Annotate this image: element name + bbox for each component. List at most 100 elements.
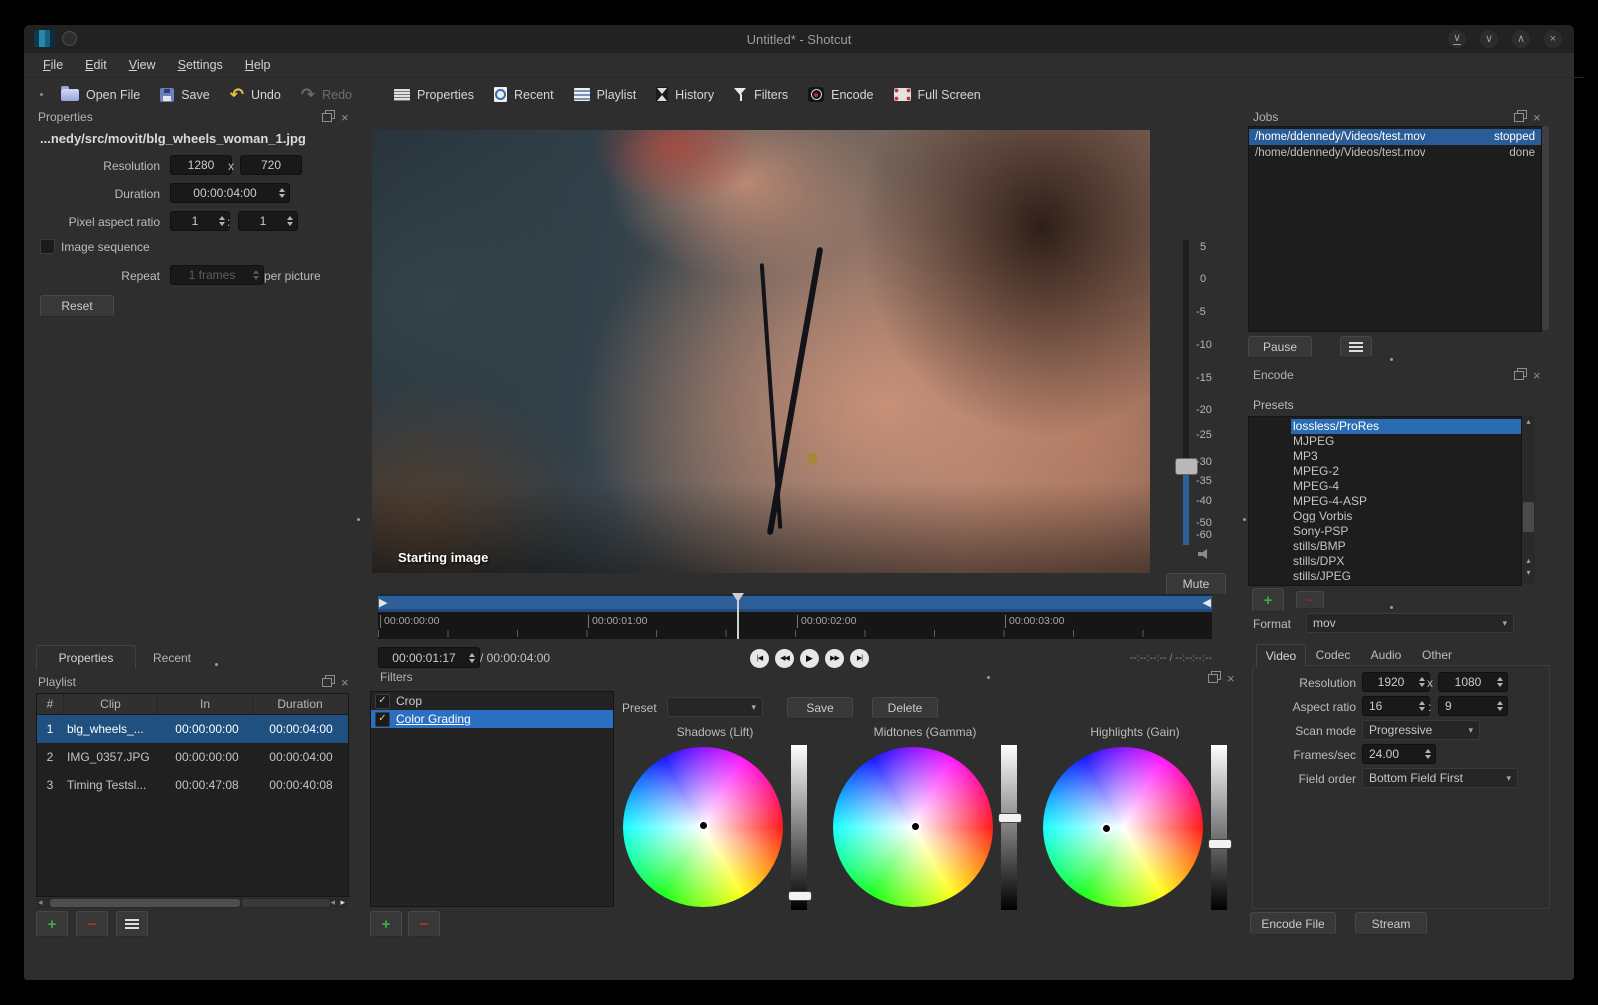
- title-bar[interactable]: Untitled* - Shotcut ∨ ∨ ∧ ×: [24, 25, 1574, 53]
- full-screen-button[interactable]: Full Screen: [884, 84, 991, 106]
- tab-recent[interactable]: Recent: [142, 647, 202, 668]
- open-file-button[interactable]: Open File: [51, 84, 150, 106]
- playlist-row[interactable]: 2 IMG_0357.JPG 00:00:00:00 00:00:04:00: [37, 743, 348, 771]
- scroll-right-icon[interactable]: ▸: [340, 897, 345, 908]
- current-time-field[interactable]: 00:00:01:17: [378, 647, 480, 668]
- stream-button[interactable]: Stream: [1355, 912, 1427, 935]
- time-spinner[interactable]: [469, 652, 475, 663]
- float-panel-icon[interactable]: [322, 113, 332, 122]
- reset-button[interactable]: Reset: [40, 295, 114, 317]
- close-button[interactable]: ×: [1544, 30, 1562, 48]
- preset-item[interactable]: lossless/ProRes: [1291, 419, 1521, 434]
- playlist-row[interactable]: 1 blg_wheels_... 00:00:00:00 00:00:04:00: [37, 715, 348, 743]
- float-panel-icon[interactable]: [1208, 674, 1218, 683]
- scan-mode-combobox[interactable]: Progressive ▾: [1362, 720, 1480, 740]
- play-button[interactable]: ▶: [800, 648, 819, 668]
- splitter-handle[interactable]: [987, 676, 990, 679]
- splitter-handle[interactable]: [357, 518, 360, 521]
- highlights-color-wheel[interactable]: [1043, 747, 1203, 907]
- scrollbar-track-segment[interactable]: [242, 899, 330, 907]
- job-row[interactable]: /home/ddennedy/Videos/test.mov done: [1249, 145, 1541, 161]
- close-panel-icon[interactable]: ×: [1227, 672, 1235, 685]
- encode-aspect-num-field[interactable]: 16: [1362, 696, 1430, 716]
- job-row[interactable]: /home/ddennedy/Videos/test.mov stopped: [1249, 129, 1541, 145]
- scroll-left-icon[interactable]: ◂: [330, 897, 335, 908]
- filter-item-crop[interactable]: ✓ Crop: [371, 692, 613, 710]
- menu-settings[interactable]: Settings: [169, 56, 232, 74]
- splitter-handle[interactable]: [1390, 606, 1393, 609]
- float-panel-icon[interactable]: [1514, 113, 1524, 122]
- midtones-level-slider[interactable]: [1001, 745, 1017, 910]
- close-panel-icon[interactable]: ×: [341, 111, 349, 124]
- filters-toggle-button[interactable]: Filters: [724, 83, 798, 106]
- shadows-level-slider[interactable]: [791, 745, 807, 910]
- tab-audio[interactable]: Audio: [1362, 644, 1410, 666]
- filter-item-color-grading[interactable]: ✓ Color Grading: [371, 710, 613, 728]
- preset-item[interactable]: MPEG-4: [1249, 479, 1521, 494]
- filter-checkbox[interactable]: ✓: [375, 693, 390, 709]
- out-point-marker[interactable]: ◀: [1203, 596, 1211, 610]
- shade-button[interactable]: ∨: [1448, 30, 1466, 48]
- mute-button[interactable]: Mute: [1166, 573, 1226, 595]
- encode-resolution-width-field[interactable]: 1920: [1362, 672, 1430, 692]
- fps-field[interactable]: 24.00: [1362, 744, 1436, 764]
- close-panel-icon[interactable]: ×: [1533, 111, 1541, 124]
- jobs-pause-button[interactable]: Pause: [1248, 336, 1312, 358]
- preset-item[interactable]: Ogg Vorbis: [1249, 509, 1521, 524]
- duration-field[interactable]: 00:00:04:00: [170, 183, 290, 203]
- tab-properties[interactable]: Properties: [36, 645, 136, 669]
- jobs-scrollbar[interactable]: [1542, 126, 1549, 330]
- preset-item[interactable]: stills/DPX: [1249, 554, 1521, 569]
- skip-to-start-button[interactable]: |◀: [750, 648, 769, 668]
- playlist-hscrollbar[interactable]: ◂ ◂ ▸: [36, 897, 347, 908]
- properties-toggle-button[interactable]: Properties: [384, 84, 484, 106]
- splitter-handle[interactable]: [1390, 358, 1393, 361]
- filter-checkbox[interactable]: ✓: [375, 711, 390, 727]
- menu-file[interactable]: File: [34, 56, 72, 74]
- menu-view[interactable]: View: [120, 56, 165, 74]
- playlist-header[interactable]: # Clip In Duration: [37, 694, 348, 715]
- video-preview[interactable]: Starting image: [372, 130, 1150, 573]
- redo-button[interactable]: ↷ Redo: [291, 82, 362, 107]
- playlist-toggle-button[interactable]: Playlist: [564, 84, 647, 106]
- recent-toggle-button[interactable]: Recent: [484, 83, 564, 106]
- scroll-up-icon[interactable]: ▴: [1522, 556, 1535, 566]
- save-button[interactable]: Save: [150, 84, 220, 106]
- midtones-slider-handle[interactable]: [998, 813, 1022, 823]
- wheel-position-dot[interactable]: [698, 820, 709, 831]
- tab-video[interactable]: Video: [1256, 644, 1306, 667]
- jobs-menu-button[interactable]: [1340, 336, 1372, 358]
- repeat-field[interactable]: 1 frames: [170, 265, 264, 285]
- preset-item[interactable]: MP3: [1249, 449, 1521, 464]
- menu-help[interactable]: Help: [236, 56, 280, 74]
- playlist-remove-button[interactable]: −: [76, 911, 108, 937]
- history-toggle-button[interactable]: History: [646, 83, 724, 106]
- scroll-left-icon[interactable]: ◂: [38, 897, 43, 908]
- preset-item[interactable]: MJPEG: [1249, 434, 1521, 449]
- preset-item[interactable]: MPEG-2: [1249, 464, 1521, 479]
- float-panel-icon[interactable]: [1514, 371, 1524, 380]
- preset-item[interactable]: Sony-PSP: [1249, 524, 1521, 539]
- close-panel-icon[interactable]: ×: [1533, 369, 1541, 382]
- image-sequence-checkbox[interactable]: [40, 239, 55, 254]
- preset-item[interactable]: MPEG-4-ASP: [1249, 494, 1521, 509]
- scrollbar-handle[interactable]: [1523, 502, 1534, 532]
- wheel-position-dot[interactable]: [1101, 823, 1112, 834]
- preset-add-button[interactable]: +: [1252, 588, 1284, 612]
- play-forwards-button[interactable]: ▶▶: [825, 648, 844, 668]
- preset-item[interactable]: stills/BMP: [1249, 539, 1521, 554]
- shadows-slider-handle[interactable]: [788, 891, 812, 901]
- maximize-button[interactable]: ∧: [1512, 30, 1530, 48]
- filter-remove-button[interactable]: −: [408, 911, 440, 937]
- minimize-button[interactable]: ∨: [1480, 30, 1498, 48]
- preset-combobox[interactable]: ▾: [667, 697, 763, 717]
- encode-toggle-button[interactable]: Encode: [798, 83, 883, 106]
- play-backwards-button[interactable]: ◀◀: [775, 648, 794, 668]
- highlights-slider-handle[interactable]: [1208, 839, 1232, 849]
- volume-slider-handle[interactable]: [1175, 458, 1198, 475]
- skip-to-end-button[interactable]: ▶|: [850, 648, 869, 668]
- speaker-icon[interactable]: [1198, 549, 1210, 559]
- tab-other[interactable]: Other: [1414, 644, 1460, 666]
- splitter-handle[interactable]: [215, 663, 218, 666]
- preset-save-button[interactable]: Save: [787, 697, 853, 719]
